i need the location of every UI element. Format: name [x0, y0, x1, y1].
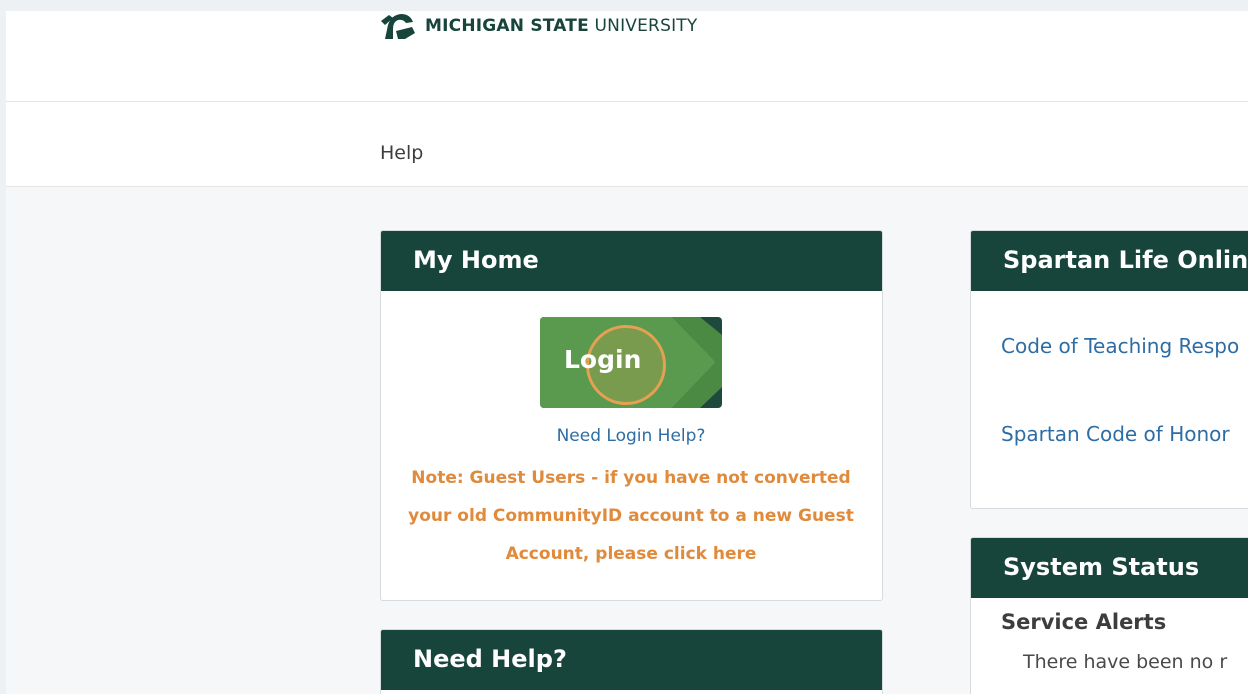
spartan-life-title: Spartan Life Onlin — [971, 231, 1248, 291]
code-of-teaching-link[interactable]: Code of Teaching Respo — [1001, 334, 1239, 358]
system-status-title: System Status — [971, 538, 1248, 598]
system-status-panel: System Status Service Alerts There have … — [970, 537, 1248, 694]
nav-help-link[interactable]: Help — [380, 142, 423, 164]
spartan-helmet-icon — [381, 14, 415, 39]
login-label: Login — [564, 345, 642, 374]
my-home-panel: My Home Login Need Login Help? Note: Gue… — [380, 230, 883, 601]
need-help-panel: Need Help? — [380, 629, 883, 694]
service-alerts-text: There have been no r — [1023, 651, 1228, 673]
need-login-help-link[interactable]: Need Login Help? — [381, 426, 881, 446]
site-header: MICHIGAN STATE UNIVERSITY — [6, 11, 1248, 102]
msu-logo[interactable]: MICHIGAN STATE UNIVERSITY — [379, 11, 697, 41]
spartan-code-of-honor-link[interactable]: Spartan Code of Honor — [1001, 422, 1230, 446]
service-alerts-heading: Service Alerts — [1001, 610, 1167, 634]
top-nav: Help — [6, 102, 1248, 187]
guest-users-note-link[interactable]: Note: Guest Users - if you have not conv… — [401, 459, 861, 573]
my-home-title: My Home — [381, 231, 882, 291]
login-button[interactable]: Login — [540, 317, 722, 408]
spartan-life-panel: Spartan Life Onlin Code of Teaching Resp… — [970, 230, 1248, 509]
logo-text-light: UNIVERSITY — [594, 16, 698, 36]
logo-text-bold: MICHIGAN STATE — [425, 16, 589, 36]
need-help-title: Need Help? — [381, 630, 882, 690]
page-frame: MICHIGAN STATE UNIVERSITY Help My Home L… — [6, 11, 1248, 694]
